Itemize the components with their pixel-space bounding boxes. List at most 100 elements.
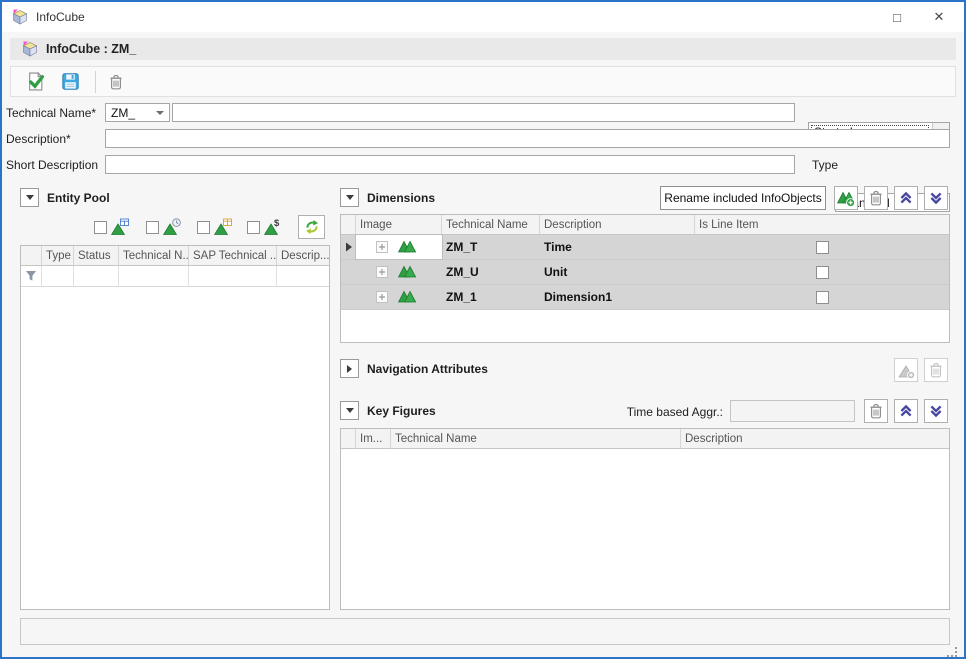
entity-pool-collapse-button[interactable] <box>20 188 39 207</box>
expand-icon[interactable] <box>376 241 388 253</box>
dimensions-header-row: Image Technical Name Description Is Line… <box>341 215 949 235</box>
key-figures-col-description[interactable]: Description <box>681 429 949 449</box>
current-row-indicator <box>341 235 356 259</box>
dimension-icon <box>398 238 416 256</box>
resize-grip[interactable] <box>944 646 958 658</box>
expand-icon[interactable] <box>376 291 388 303</box>
filter-keyfigure-checkbox[interactable] <box>247 221 260 234</box>
double-chevron-up-icon <box>899 404 913 418</box>
row-indicator <box>341 285 356 309</box>
filter-cell-status[interactable] <box>74 266 119 287</box>
expand-icon[interactable] <box>376 266 388 278</box>
key-figures-col-technical-name[interactable]: Technical Name <box>391 429 681 449</box>
entity-pool-col-status[interactable]: Status <box>74 246 119 266</box>
delete-navigation-attribute-button[interactable] <box>924 358 948 382</box>
type-label: Type <box>812 158 838 172</box>
time-based-aggr-input[interactable] <box>730 400 855 422</box>
dimension-description: Time <box>540 240 695 254</box>
toolbar <box>10 66 956 97</box>
row-indicator <box>341 260 356 284</box>
filter-row-funnel-cell[interactable] <box>21 266 42 287</box>
time-characteristic-icon <box>163 218 181 236</box>
filter-cell-sap-technical-name[interactable] <box>189 266 277 287</box>
entity-pool-col-sap-technical-name[interactable]: SAP Technical ... <box>189 246 277 266</box>
dimensions-col-technical-name[interactable]: Technical Name <box>442 215 540 235</box>
is-line-item-cell <box>695 266 949 279</box>
dimension-technical-name: ZM_1 <box>442 290 540 304</box>
entity-pool-table: Type Status Technical N... SAP Technical… <box>20 245 330 610</box>
trash-icon <box>928 362 944 378</box>
filter-cell-technical-name[interactable] <box>119 266 189 287</box>
technical-name-label: Technical Name* <box>6 106 96 120</box>
entity-pool-col-technical-name[interactable]: Technical N... <box>119 246 189 266</box>
double-chevron-down-icon <box>929 191 943 205</box>
refresh-button[interactable] <box>298 215 325 239</box>
funnel-icon <box>25 270 37 282</box>
dimensions-col-image[interactable]: Image <box>356 215 442 235</box>
dimension-row-unit[interactable]: ZM_U Unit <box>341 260 949 285</box>
navigation-attributes-title: Navigation Attributes <box>367 362 488 376</box>
key-figures-table: Im... Technical Name Description <box>340 428 950 610</box>
add-navigation-attribute-button[interactable] <box>894 358 918 382</box>
dimensions-col-is-line-item[interactable]: Is Line Item <box>695 215 949 235</box>
maximize-button[interactable]: □ <box>880 2 914 32</box>
entity-pool-col-type[interactable]: Type <box>42 246 74 266</box>
filter-time-checkbox[interactable] <box>146 221 159 234</box>
entity-pool-header-row: Type Status Technical N... SAP Technical… <box>21 246 329 266</box>
filter-cell-description[interactable] <box>277 266 329 287</box>
filter-characteristic-checkbox[interactable] <box>94 221 107 234</box>
dimension-description: Unit <box>540 265 695 279</box>
short-description-input[interactable] <box>105 155 795 174</box>
dimension-description: Dimension1 <box>540 290 695 304</box>
key-figures-col-blank <box>341 429 356 449</box>
dimension-image-cell[interactable] <box>356 285 442 309</box>
delete-icon[interactable] <box>108 74 124 90</box>
entity-pool-col-description[interactable]: Descrip... <box>277 246 329 266</box>
window-title: InfoCube <box>36 10 85 24</box>
save-icon[interactable] <box>62 73 79 90</box>
rename-infoobjects-button[interactable]: Rename included InfoObjects <box>660 186 826 210</box>
delete-dimension-button[interactable] <box>864 186 888 210</box>
key-figures-collapse-button[interactable] <box>340 401 359 420</box>
double-chevron-up-icon <box>899 191 913 205</box>
double-chevron-down-icon <box>929 404 943 418</box>
validate-icon[interactable] <box>26 72 45 91</box>
dimensions-collapse-button[interactable] <box>340 188 359 207</box>
move-key-figure-up-button[interactable] <box>894 399 918 423</box>
infocube-app-icon <box>12 9 28 25</box>
filter-unit-checkbox[interactable] <box>197 221 210 234</box>
characteristic-icon <box>111 218 129 236</box>
description-input[interactable] <box>105 129 950 148</box>
is-line-item-cell <box>695 291 949 304</box>
chevron-right-icon <box>347 365 352 373</box>
dimension-technical-name: ZM_T <box>442 240 540 254</box>
dimensions-col-description[interactable]: Description <box>540 215 695 235</box>
is-line-item-checkbox[interactable] <box>816 291 829 304</box>
delete-key-figure-button[interactable] <box>864 399 888 423</box>
title-bar: InfoCube □ ✕ <box>2 2 964 32</box>
filter-cell-type[interactable] <box>42 266 74 287</box>
dimension-image-cell[interactable] <box>356 260 442 284</box>
technical-name-prefix-value: ZM_ <box>111 106 135 120</box>
dimension-icon <box>398 288 416 306</box>
navigation-attributes-collapse-button[interactable] <box>340 359 359 378</box>
is-line-item-checkbox[interactable] <box>816 241 829 254</box>
move-dimension-down-button[interactable] <box>924 186 948 210</box>
add-dimension-button[interactable] <box>834 186 858 210</box>
dimension-row-dimension1[interactable]: ZM_1 Dimension1 <box>341 285 949 310</box>
technical-name-prefix-combo[interactable]: ZM_ <box>105 103 170 122</box>
dimension-row-time[interactable]: ZM_T Time <box>341 235 949 260</box>
close-button[interactable]: ✕ <box>922 2 956 32</box>
move-dimension-up-button[interactable] <box>894 186 918 210</box>
dimension-image-cell[interactable] <box>356 235 442 259</box>
key-figures-col-image[interactable]: Im... <box>356 429 391 449</box>
short-description-label: Short Description <box>6 158 98 172</box>
infocube-icon <box>22 41 38 57</box>
key-figures-header-row: Im... Technical Name Description <box>341 429 949 449</box>
add-dimension-icon <box>837 189 855 207</box>
is-line-item-checkbox[interactable] <box>816 266 829 279</box>
move-key-figure-down-button[interactable] <box>924 399 948 423</box>
dimensions-title: Dimensions <box>367 191 435 205</box>
technical-name-input[interactable] <box>172 103 795 122</box>
toolbar-separator <box>95 71 96 93</box>
